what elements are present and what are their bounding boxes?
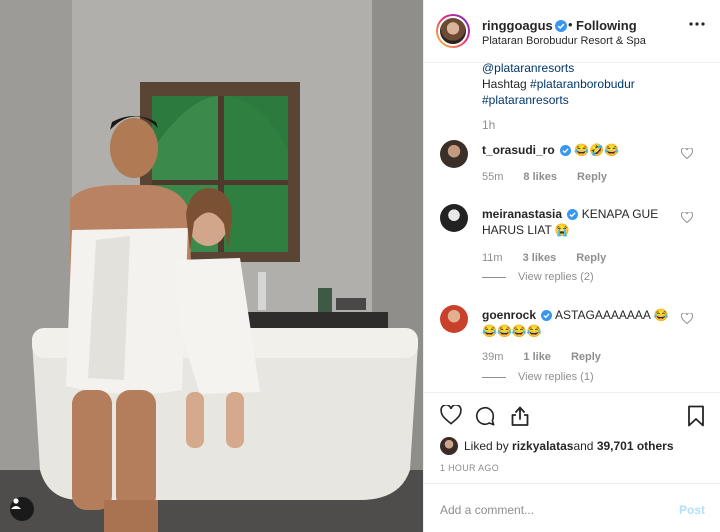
comment-text: t_orasudi_ro 😂🤣😂 xyxy=(482,143,620,157)
post-timestamp: 1 HOUR AGO xyxy=(440,463,500,473)
comment-text: meiranastasia KENAPA GUE HARUS LIAT 😭 xyxy=(482,207,659,237)
commenter-avatar[interactable] xyxy=(440,204,468,232)
post-photo[interactable] xyxy=(0,0,423,532)
post-side-panel: ringgoagus • Following Plataran Borobudu… xyxy=(423,0,720,532)
heart-icon[interactable] xyxy=(681,212,693,223)
comment-time: 39m xyxy=(482,351,504,363)
comment-time: 55m xyxy=(482,171,504,183)
reply-button[interactable]: Reply xyxy=(577,171,607,183)
comment-likes[interactable]: 3 likes xyxy=(523,252,557,264)
commenter-username[interactable]: meiranastasia xyxy=(482,207,562,221)
post-actions: Liked by rizkyalatas and 39,701 others 1… xyxy=(424,392,720,532)
caption-hashtag[interactable]: #plataranresorts xyxy=(482,92,702,108)
liker-username[interactable]: rizkyalatas xyxy=(512,439,573,453)
commenter-username[interactable]: t_orasudi_ro xyxy=(482,143,555,157)
comment-meta: 55m 8 likes Reply xyxy=(482,171,627,183)
comment-icon[interactable] xyxy=(474,405,496,427)
verified-badge-icon xyxy=(541,310,553,321)
comment-input[interactable]: Add a comment... xyxy=(440,503,534,517)
verified-badge-icon xyxy=(567,209,579,220)
caption-text: Hashtag xyxy=(482,77,531,91)
header-separator-dot: • xyxy=(568,17,573,32)
post-location[interactable]: Plataran Borobudur Resort & Spa xyxy=(482,35,646,47)
replies-divider xyxy=(482,376,506,378)
comment-likes[interactable]: 1 like xyxy=(523,351,551,363)
commenter-username[interactable]: goenrock xyxy=(482,308,536,322)
reply-button[interactable]: Reply xyxy=(571,351,601,363)
likes-count-link[interactable]: 39,701 others xyxy=(597,439,674,453)
caption-timestamp: 1h xyxy=(482,118,496,132)
reply-button[interactable]: Reply xyxy=(576,252,606,264)
author-avatar[interactable] xyxy=(436,14,470,48)
share-icon[interactable] xyxy=(510,405,530,427)
comment-meta: 39m 1 like Reply xyxy=(482,351,621,363)
liker-avatar[interactable] xyxy=(440,437,458,455)
comment-time: 11m xyxy=(482,252,503,264)
verified-badge-icon xyxy=(554,20,567,32)
heart-icon[interactable] xyxy=(681,148,693,159)
verified-badge-icon xyxy=(560,145,572,156)
comment-likes[interactable]: 8 likes xyxy=(523,171,557,183)
following-button[interactable]: Following xyxy=(576,18,637,33)
post-header: ringgoagus • Following Plataran Borobudu… xyxy=(424,0,720,63)
person-tag-icon[interactable] xyxy=(10,497,34,521)
more-horizontal-icon[interactable] xyxy=(689,22,705,26)
heart-icon[interactable] xyxy=(440,405,462,425)
author-username[interactable]: ringgoagus xyxy=(482,18,567,33)
photo-scene xyxy=(0,0,423,532)
commenter-avatar[interactable] xyxy=(440,305,468,333)
commenter-avatar[interactable] xyxy=(440,140,468,168)
caption-hashtag[interactable]: #plataranborobudur xyxy=(530,77,635,91)
comment-text: goenrock ASTAGAAAAAAA 😂 😂😂😂😂 xyxy=(482,308,669,338)
view-replies-button[interactable]: View replies (2) xyxy=(482,271,594,283)
add-comment-bar: Add a comment... Post xyxy=(424,483,720,532)
post-caption: @plataranresorts Hashtag #plataranborobu… xyxy=(482,60,702,108)
bookmark-icon[interactable] xyxy=(687,405,705,427)
comment-meta: 11m 3 likes Reply xyxy=(482,252,626,264)
post-comment-button[interactable]: Post xyxy=(679,503,705,517)
replies-divider xyxy=(482,276,506,278)
view-replies-button[interactable]: View replies (1) xyxy=(482,371,594,383)
heart-icon[interactable] xyxy=(681,313,693,324)
liked-by-summary: Liked by rizkyalatas and 39,701 others xyxy=(440,437,674,455)
caption-mention[interactable]: @plataranresorts xyxy=(482,60,702,76)
